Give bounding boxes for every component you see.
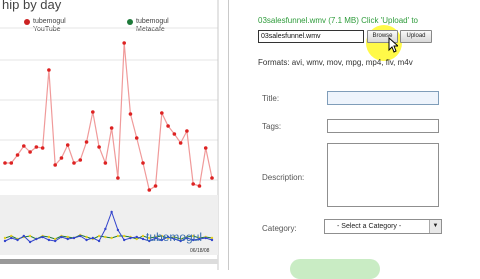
data-point [210, 176, 214, 180]
overview-band [0, 195, 218, 255]
data-point [116, 234, 120, 238]
data-point [3, 236, 7, 240]
data-point [85, 235, 88, 239]
data-point [141, 237, 145, 241]
data-point [91, 236, 95, 240]
description-label: Description: [262, 173, 305, 182]
data-point [78, 158, 83, 162]
data-point [10, 236, 13, 240]
title-label: Title: [262, 94, 280, 103]
data-point [153, 184, 158, 188]
data-point [141, 234, 145, 238]
data-point [166, 124, 170, 128]
dropdown-arrow-icon[interactable]: ▼ [429, 220, 441, 233]
data-point [141, 161, 145, 165]
pane-divider [228, 0, 229, 270]
upload-button[interactable]: Upload [400, 30, 432, 43]
data-point [128, 112, 133, 116]
title-input[interactable] [327, 91, 439, 105]
data-point [3, 161, 7, 165]
data-point [203, 146, 208, 150]
data-point [16, 238, 19, 242]
data-point [122, 238, 126, 242]
data-point [47, 235, 51, 239]
data-point [15, 153, 20, 157]
data-point [47, 68, 51, 72]
data-point [3, 239, 7, 243]
data-point [22, 234, 26, 238]
data-point [91, 110, 95, 114]
data-point [35, 237, 38, 241]
data-point [129, 236, 132, 240]
data-point [160, 111, 164, 115]
watermark-text: tubemogul [146, 230, 202, 244]
data-point [28, 240, 32, 244]
data-point [210, 238, 214, 242]
data-point [172, 132, 177, 136]
file-path-field[interactable]: 03salesfunnel.wmv [258, 30, 364, 43]
data-point [185, 129, 189, 133]
data-point [110, 236, 113, 240]
category-label: Category: [262, 224, 297, 233]
data-point [47, 238, 51, 242]
data-point [85, 238, 88, 242]
formats-text: Formats: avi, wmv, mov, mpg, mp4, flv, m… [258, 58, 413, 67]
data-point [41, 235, 44, 239]
data-point [79, 234, 82, 238]
data-point [34, 145, 39, 149]
data-point [97, 234, 101, 238]
data-point [197, 184, 202, 188]
data-point [40, 146, 45, 150]
data-point [59, 156, 64, 160]
timeline-scrollbar-thumb [0, 259, 150, 264]
tags-label: Tags: [262, 122, 282, 131]
data-point [28, 234, 32, 238]
chart-panel: hip by day tubemogul YouTube tubemogul M… [0, 0, 226, 270]
data-point [191, 182, 195, 186]
file-status-text: 03salesfunnel.wmv (7.1 MB) Click 'Upload… [258, 16, 419, 25]
line-chart: tubemogul 06/18/08 [0, 0, 219, 270]
tags-input[interactable] [327, 119, 439, 133]
data-point [147, 188, 152, 192]
data-point [104, 235, 107, 239]
data-point [66, 237, 69, 241]
data-point [116, 228, 120, 232]
data-point [134, 136, 139, 140]
data-point [53, 163, 57, 167]
data-point [116, 176, 120, 180]
data-point [53, 239, 57, 243]
data-point [84, 140, 89, 144]
data-point [60, 235, 63, 239]
data-point [103, 161, 108, 165]
data-point [122, 234, 126, 238]
mouse-cursor-icon [388, 37, 398, 53]
data-point [28, 150, 32, 154]
data-point [22, 144, 26, 148]
data-point [9, 161, 14, 165]
data-point [97, 145, 101, 149]
data-point [204, 236, 207, 240]
data-point [104, 227, 107, 231]
category-selected-text: - Select a Category - [337, 223, 402, 230]
date-label: 06/18/08 [190, 248, 210, 254]
category-select[interactable]: - Select a Category - ▼ [324, 219, 442, 234]
data-point [110, 210, 113, 214]
data-point [178, 141, 183, 145]
data-point [72, 161, 76, 165]
data-point [72, 236, 76, 240]
description-textarea[interactable] [327, 143, 439, 207]
submit-button[interactable] [290, 259, 380, 279]
data-point [109, 126, 114, 130]
data-point [135, 235, 138, 239]
data-point [122, 41, 126, 45]
data-point [65, 143, 70, 147]
series-line-0 [5, 42, 213, 191]
data-point [97, 239, 101, 243]
